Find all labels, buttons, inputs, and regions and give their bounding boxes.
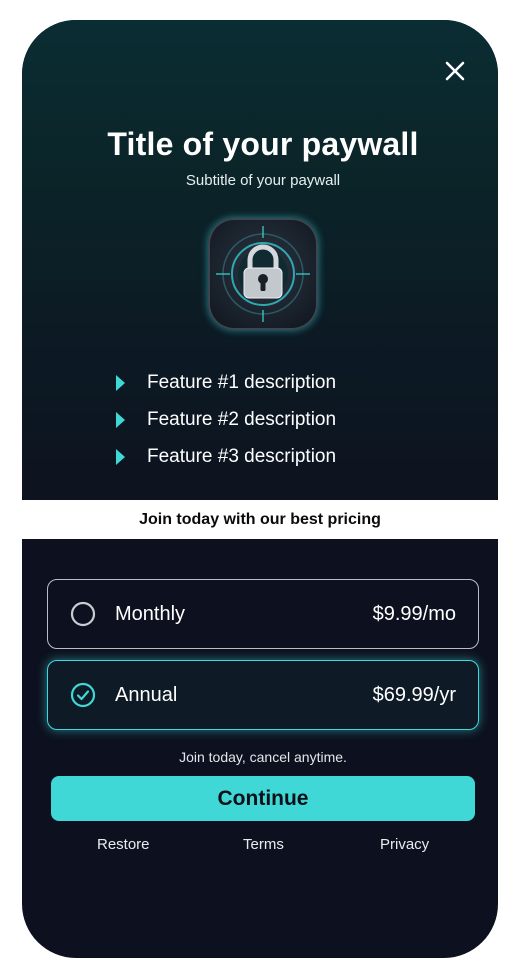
plan-price: $69.99/yr — [372, 683, 456, 706]
feature-item: Feature #1 description — [114, 364, 336, 401]
paywall-title: Title of your paywall — [107, 126, 419, 162]
paywall-subtitle: Subtitle of your paywall — [185, 172, 341, 189]
check-circle-icon — [70, 682, 96, 708]
feature-label: Feature #1 description — [147, 371, 337, 393]
plan-name: Monthly — [115, 602, 186, 625]
close-button[interactable] — [440, 56, 470, 86]
triangle-right-icon — [116, 411, 125, 428]
triangle-right-icon — [116, 448, 125, 465]
continue-button[interactable]: Continue — [51, 776, 475, 821]
hero-image-tile — [208, 218, 318, 330]
feature-list: Feature #1 description Feature #2 descri… — [114, 364, 336, 475]
privacy-link[interactable]: Privacy — [380, 836, 429, 853]
feature-item: Feature #2 description — [114, 401, 336, 438]
paywall-screen: Title of your paywall Subtitle of your p… — [22, 20, 498, 958]
close-icon — [445, 61, 465, 81]
hero-section: Title of your paywall Subtitle of your p… — [22, 20, 498, 500]
plan-price: $9.99/mo — [372, 602, 456, 625]
pricing-banner: Join today with our best pricing — [22, 500, 498, 539]
cancel-note: Join today, cancel anytime. — [179, 749, 347, 765]
terms-link[interactable]: Terms — [243, 836, 284, 853]
plan-option-monthly[interactable]: Monthly $9.99/mo — [47, 579, 479, 649]
feature-item: Feature #3 description — [114, 438, 336, 475]
radio-unselected-icon — [70, 601, 96, 627]
plan-option-annual[interactable]: Annual $69.99/yr — [47, 660, 479, 730]
restore-link[interactable]: Restore — [97, 836, 150, 853]
plan-name: Annual — [115, 683, 178, 706]
triangle-right-icon — [116, 374, 125, 391]
feature-label: Feature #2 description — [147, 408, 337, 430]
feature-label: Feature #3 description — [147, 445, 337, 467]
padlock-icon — [216, 226, 310, 322]
